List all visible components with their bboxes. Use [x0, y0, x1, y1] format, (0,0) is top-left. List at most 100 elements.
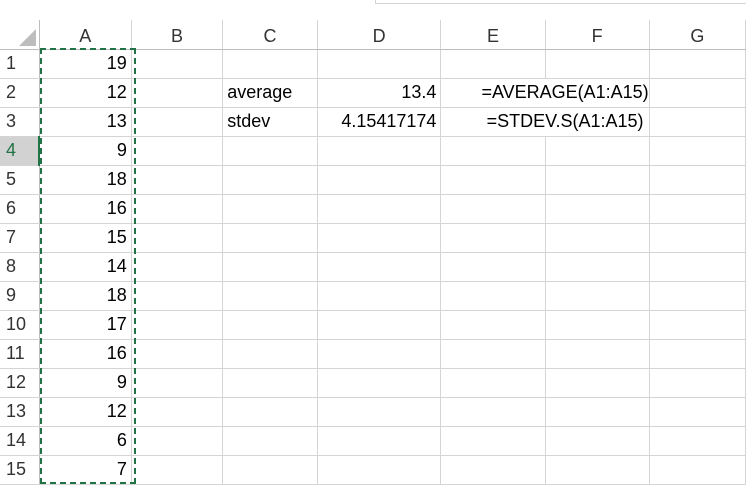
cell-c10[interactable]	[222, 310, 318, 340]
cell-e8[interactable]	[440, 252, 546, 282]
cell-a7[interactable]: 15	[39, 223, 132, 253]
cell-g13[interactable]	[649, 397, 746, 427]
column-header-f[interactable]: F	[545, 20, 650, 50]
row-header[interactable]: 7	[0, 223, 40, 253]
row-header[interactable]: 3	[0, 107, 40, 137]
row-header[interactable]: 5	[0, 165, 40, 195]
cell-f14[interactable]	[545, 426, 650, 456]
cell-c2[interactable]: average	[222, 78, 318, 108]
cell-e10[interactable]	[440, 310, 546, 340]
cell-f8[interactable]	[545, 252, 650, 282]
cell-e5[interactable]	[440, 165, 546, 195]
cell-g14[interactable]	[649, 426, 746, 456]
cell-f6[interactable]	[545, 194, 650, 224]
row-header[interactable]: 13	[0, 397, 40, 427]
cell-c7[interactable]	[222, 223, 318, 253]
cell-f4[interactable]	[545, 136, 650, 166]
cell-d10[interactable]	[317, 310, 442, 340]
column-header-g[interactable]: G	[649, 20, 746, 50]
cell-g2[interactable]	[649, 78, 746, 108]
cell-c5[interactable]	[222, 165, 318, 195]
cell-g10[interactable]	[649, 310, 746, 340]
cell-a15[interactable]: 7	[39, 455, 132, 485]
cell-b1[interactable]	[131, 49, 224, 79]
cell-e2[interactable]: =AVERAGE(A1:A15)	[440, 78, 650, 108]
cell-e11[interactable]	[440, 339, 546, 369]
cell-e4[interactable]	[440, 136, 546, 166]
cell-b14[interactable]	[131, 426, 224, 456]
cell-d14[interactable]	[317, 426, 442, 456]
row-header[interactable]: 10	[0, 310, 40, 340]
cell-e15[interactable]	[440, 455, 546, 485]
cell-g12[interactable]	[649, 368, 746, 398]
row-header[interactable]: 1	[0, 49, 40, 79]
column-header-c[interactable]: C	[222, 20, 318, 50]
cell-d3[interactable]: 4.15417174	[317, 107, 442, 137]
cell-b2[interactable]	[131, 78, 224, 108]
cell-e7[interactable]	[440, 223, 546, 253]
cell-a9[interactable]: 18	[39, 281, 132, 311]
cell-f1[interactable]	[545, 49, 650, 79]
column-header-a[interactable]: A	[39, 20, 132, 50]
row-header[interactable]: 6	[0, 194, 40, 224]
cell-c1[interactable]	[222, 49, 318, 79]
cell-c11[interactable]	[222, 339, 318, 369]
cell-e14[interactable]	[440, 426, 546, 456]
cell-d12[interactable]	[317, 368, 442, 398]
cell-a12[interactable]: 9	[39, 368, 132, 398]
cell-c9[interactable]	[222, 281, 318, 311]
cell-b3[interactable]	[131, 107, 224, 137]
cell-b15[interactable]	[131, 455, 224, 485]
cell-f13[interactable]	[545, 397, 650, 427]
cell-d15[interactable]	[317, 455, 442, 485]
cell-d2[interactable]: 13.4	[317, 78, 442, 108]
cell-f12[interactable]	[545, 368, 650, 398]
cell-c13[interactable]	[222, 397, 318, 427]
cell-e12[interactable]	[440, 368, 546, 398]
cell-a6[interactable]: 16	[39, 194, 132, 224]
column-header-e[interactable]: E	[440, 20, 546, 50]
cell-f11[interactable]	[545, 339, 650, 369]
cell-b5[interactable]	[131, 165, 224, 195]
cell-c12[interactable]	[222, 368, 318, 398]
cell-d7[interactable]	[317, 223, 442, 253]
cell-g9[interactable]	[649, 281, 746, 311]
cell-e3[interactable]: =STDEV.S(A1:A15)	[440, 107, 650, 137]
column-header-b[interactable]: B	[131, 20, 224, 50]
cell-a1[interactable]: 19	[39, 49, 132, 79]
cell-f15[interactable]	[545, 455, 650, 485]
cell-a13[interactable]: 12	[39, 397, 132, 427]
cell-d5[interactable]	[317, 165, 442, 195]
cell-a2[interactable]: 12	[39, 78, 132, 108]
cell-g5[interactable]	[649, 165, 746, 195]
cell-a5[interactable]: 18	[39, 165, 132, 195]
cell-b9[interactable]	[131, 281, 224, 311]
row-header[interactable]: 15	[0, 455, 40, 485]
cell-c6[interactable]	[222, 194, 318, 224]
cell-d11[interactable]	[317, 339, 442, 369]
cell-c15[interactable]	[222, 455, 318, 485]
cell-g11[interactable]	[649, 339, 746, 369]
cell-d13[interactable]	[317, 397, 442, 427]
cell-b10[interactable]	[131, 310, 224, 340]
cell-g1[interactable]	[649, 49, 746, 79]
row-header[interactable]: 14	[0, 426, 40, 456]
cell-f9[interactable]	[545, 281, 650, 311]
cell-a3[interactable]: 13	[39, 107, 132, 137]
cell-b7[interactable]	[131, 223, 224, 253]
cell-b6[interactable]	[131, 194, 224, 224]
cell-f5[interactable]	[545, 165, 650, 195]
cell-b4[interactable]	[131, 136, 224, 166]
cell-b13[interactable]	[131, 397, 224, 427]
cell-a8[interactable]: 14	[39, 252, 132, 282]
cell-g4[interactable]	[649, 136, 746, 166]
cell-g8[interactable]	[649, 252, 746, 282]
row-header[interactable]: 12	[0, 368, 40, 398]
select-all-button[interactable]	[0, 20, 40, 50]
cell-c3[interactable]: stdev	[222, 107, 318, 137]
row-header[interactable]: 8	[0, 252, 40, 282]
cell-g6[interactable]	[649, 194, 746, 224]
cell-d9[interactable]	[317, 281, 442, 311]
row-header[interactable]: 2	[0, 78, 40, 108]
cell-c8[interactable]	[222, 252, 318, 282]
